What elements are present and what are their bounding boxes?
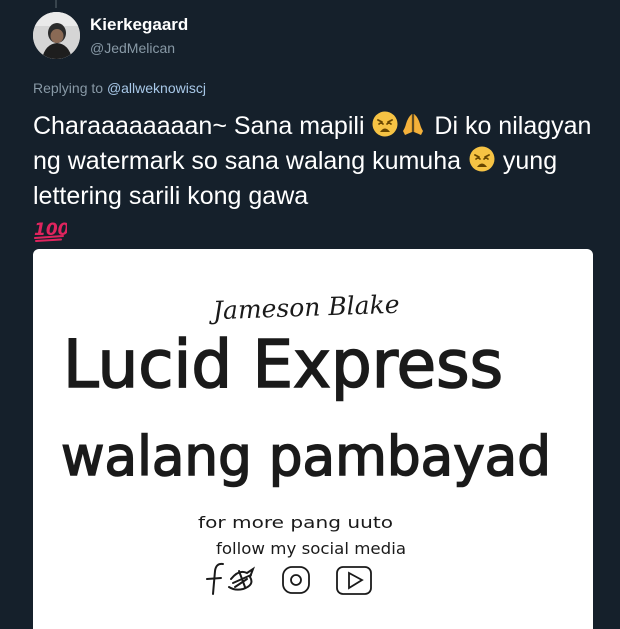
media-line-3: for more pang uuto bbox=[198, 513, 393, 532]
replying-to-line: Replying to @allweknowiscj bbox=[33, 80, 206, 96]
thread-connector-line bbox=[55, 0, 57, 8]
tweet-text-part: Charaaaaaaaan~ Sana mapili bbox=[33, 112, 372, 140]
display-name[interactable]: Kierkegaard bbox=[90, 15, 188, 35]
tweet-text: Charaaaaaaaan~ Sana mapili Di ko nilagya… bbox=[33, 109, 608, 249]
hundred-points-icon: 100 bbox=[33, 215, 67, 243]
twitter-icon bbox=[228, 566, 256, 591]
facebook-icon bbox=[206, 562, 224, 595]
folded-hands-icon bbox=[399, 110, 427, 138]
reply-mention-link[interactable]: @allweknowiscj bbox=[107, 80, 206, 96]
media-line-4: follow my social media bbox=[216, 539, 406, 558]
tweet-image[interactable]: Jameson Blake Lucid Express walang pamba… bbox=[33, 249, 593, 629]
media-signature: Jameson Blake bbox=[207, 290, 399, 326]
youtube-icon bbox=[336, 566, 372, 595]
avatar-photo bbox=[33, 12, 80, 59]
instagram-icon bbox=[282, 566, 310, 594]
avatar[interactable] bbox=[33, 12, 80, 59]
weary-face-icon bbox=[371, 110, 399, 138]
replying-to-label: Replying to bbox=[33, 80, 104, 96]
user-handle[interactable]: @JedMelican bbox=[90, 40, 175, 56]
weary-face-icon bbox=[468, 145, 496, 173]
media-line-1: Lucid Express bbox=[63, 326, 503, 403]
media-line-2: walang pambayad bbox=[61, 425, 551, 488]
hand-lettering-drawing: Jameson Blake Lucid Express walang pamba… bbox=[60, 290, 552, 595]
